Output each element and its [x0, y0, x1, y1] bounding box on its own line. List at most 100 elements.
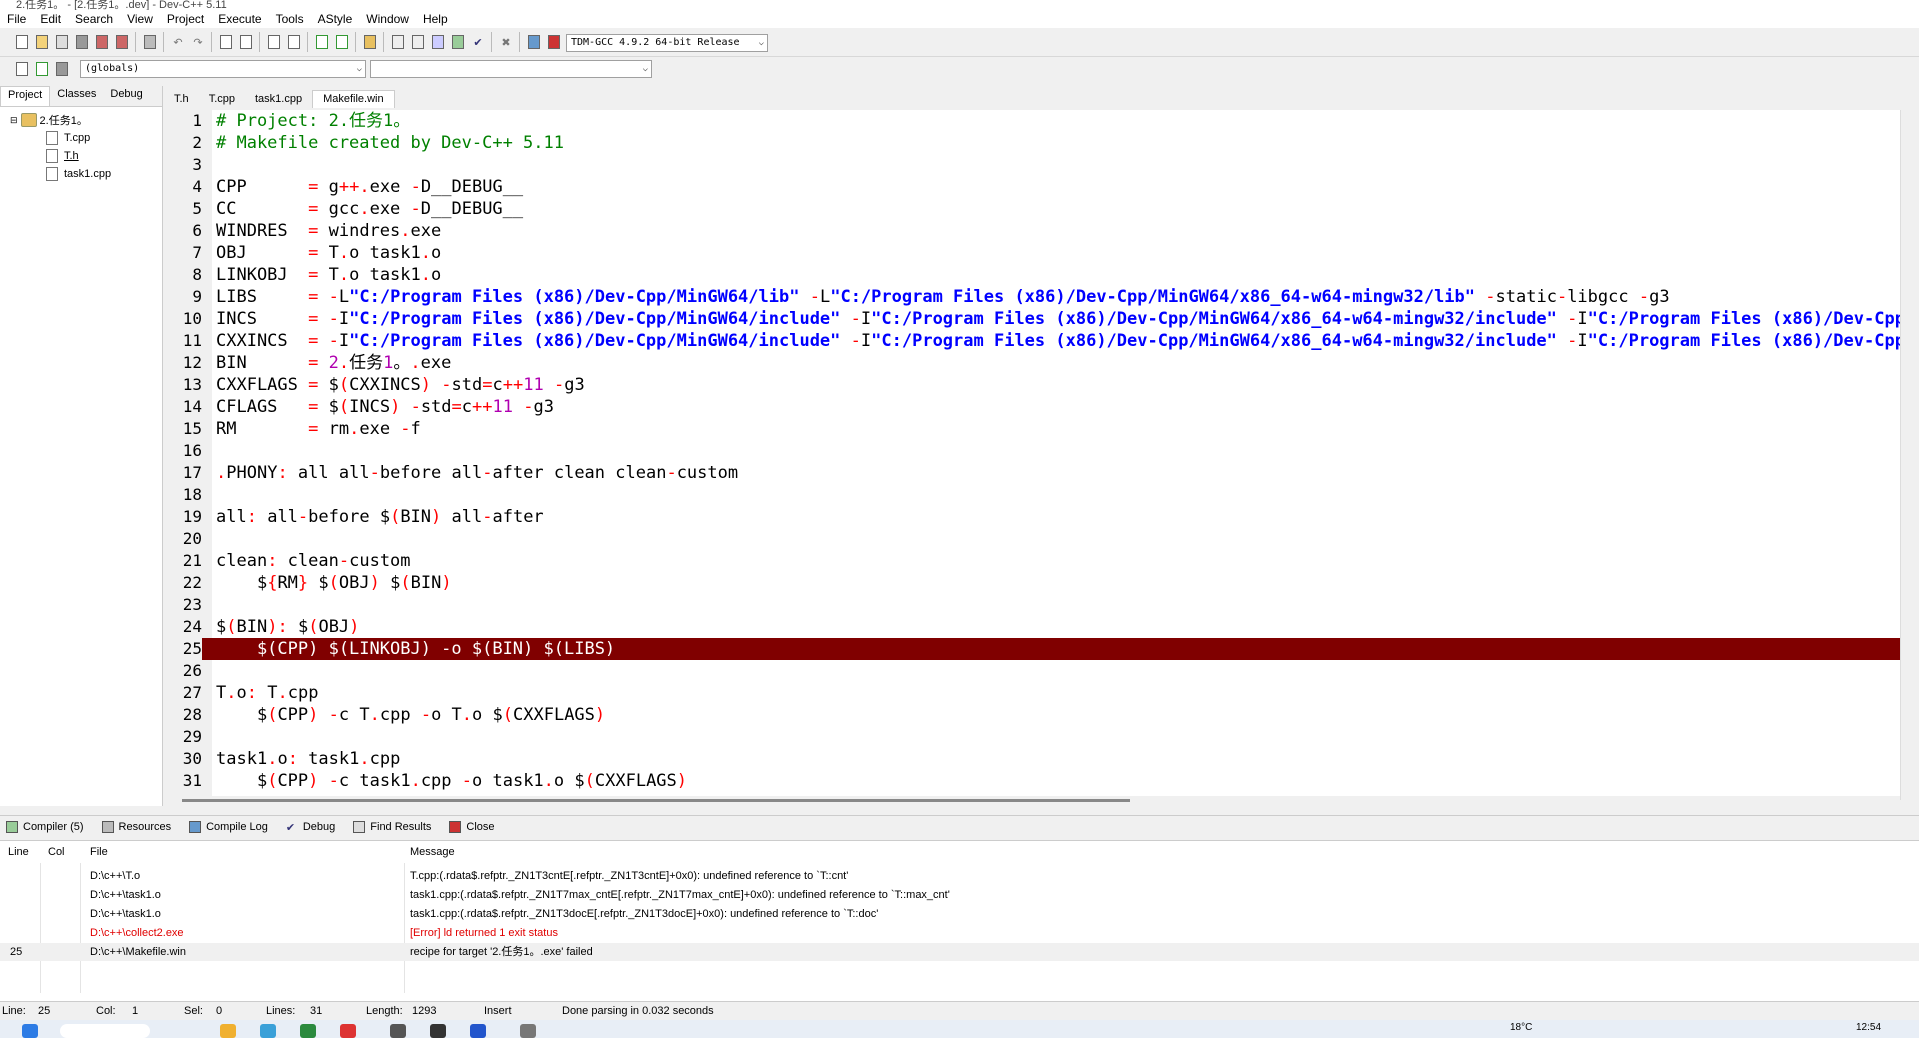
open-file-icon[interactable] — [32, 32, 52, 52]
code-line[interactable]: 22 ${RM} $(OBJ) $(BIN) — [164, 572, 1904, 594]
code-line[interactable]: 24 $(BIN): $(OBJ) — [164, 616, 1904, 638]
menu-file[interactable]: File — [0, 12, 33, 26]
menu-view[interactable]: View — [120, 12, 160, 26]
output-row[interactable]: D:\c++\task1.o task1.cpp:(.rdata$.refptr.… — [0, 905, 1919, 923]
find-icon[interactable] — [216, 32, 236, 52]
code-line[interactable]: 17 .PHONY: all all-before all-after clean… — [164, 462, 1904, 484]
column-header-file[interactable]: File — [90, 841, 108, 863]
code-line[interactable]: 19 all: all-before $(BIN) all-after — [164, 506, 1904, 528]
output-row[interactable]: 25 D:\c++\Makefile.win recipe for target '… — [0, 943, 1919, 961]
tab-find-results[interactable]: Find Results — [347, 821, 443, 833]
output-row[interactable]: D:\c++\task1.o task1.cpp:(.rdata$.refptr.… — [0, 886, 1919, 904]
save-all-icon[interactable] — [72, 32, 92, 52]
tab-makefile-win[interactable]: Makefile.win — [312, 90, 395, 108]
app-icon[interactable] — [470, 1024, 486, 1038]
app-icon[interactable] — [340, 1024, 356, 1038]
tab-debug-output[interactable]: ✔ Debug — [280, 821, 347, 834]
code-line[interactable]: 23 — [164, 594, 1904, 616]
collapse-icon[interactable]: ⊟ — [10, 115, 18, 126]
code-line[interactable]: 7 OBJ = T.o task1.o — [164, 242, 1904, 264]
app-icon[interactable] — [300, 1024, 316, 1038]
app-icon[interactable] — [430, 1024, 446, 1038]
code-line[interactable]: 27 T.o: T.cpp — [164, 682, 1904, 704]
replace-icon[interactable] — [236, 32, 256, 52]
undo-icon[interactable]: ↶ — [168, 32, 188, 52]
output-row[interactable]: D:\c++\T.o T.cpp:(.rdata$.refptr._ZN1T3cn… — [0, 867, 1919, 885]
indent-icon[interactable] — [264, 32, 284, 52]
code-line[interactable]: 1 # Project: 2.任务1。 — [164, 110, 1904, 132]
tab-debug[interactable]: Debug — [103, 86, 149, 106]
tab-project[interactable]: Project — [0, 86, 51, 106]
symbol-select[interactable]: ⌵ — [370, 60, 652, 78]
menu-help[interactable]: Help — [416, 12, 455, 26]
file-explorer-icon[interactable] — [220, 1024, 236, 1038]
profile-icon[interactable] — [524, 32, 544, 52]
debug-icon[interactable] — [544, 32, 564, 52]
code-line[interactable]: 26 — [164, 660, 1904, 682]
menu-execute[interactable]: Execute — [211, 12, 268, 26]
run-icon[interactable] — [408, 32, 428, 52]
goto-declaration-icon[interactable] — [32, 59, 52, 79]
rebuild-icon[interactable] — [448, 32, 468, 52]
code-line[interactable]: 31 $(CPP) -c task1.cpp -o task1.o $(CXXF… — [164, 770, 1904, 792]
column-header-col[interactable]: Col — [48, 841, 65, 863]
code-line[interactable]: 5 CC = gcc.exe -D__DEBUG__ — [164, 198, 1904, 220]
code-line[interactable]: 30 task1.o: task1.cpp — [164, 748, 1904, 770]
redo-icon[interactable]: ↷ — [188, 32, 208, 52]
tab-t-h[interactable]: T.h — [164, 91, 199, 108]
tab-t-cpp[interactable]: T.cpp — [199, 91, 245, 108]
bookmark-icon[interactable] — [52, 59, 72, 79]
editor-vertical-scrollbar[interactable] — [1900, 110, 1919, 800]
code-line[interactable]: 3 — [164, 154, 1904, 176]
tree-file-task1cpp[interactable]: task1.cpp — [10, 165, 162, 183]
save-icon[interactable] — [52, 32, 72, 52]
start-icon[interactable] — [22, 1024, 38, 1038]
code-line[interactable]: 4 CPP = g++.exe -D__DEBUG__ — [164, 176, 1904, 198]
menu-tools[interactable]: Tools — [269, 12, 311, 26]
scope-select[interactable]: (globals) ⌵ — [80, 60, 366, 78]
unindent-icon[interactable] — [284, 32, 304, 52]
tree-file-tcpp[interactable]: T.cpp — [10, 129, 162, 147]
new-file-icon[interactable] — [12, 32, 32, 52]
code-line[interactable]: 2 # Makefile created by Dev-C++ 5.11 — [164, 132, 1904, 154]
print-icon[interactable] — [140, 32, 160, 52]
tab-compiler[interactable]: Compiler (5) — [0, 821, 96, 833]
tab-classes[interactable]: Classes — [50, 86, 103, 106]
code-line[interactable]: 12 BIN = 2.任务1。.exe — [164, 352, 1904, 374]
insert-icon[interactable] — [12, 59, 32, 79]
code-line[interactable]: 29 — [164, 726, 1904, 748]
code-line[interactable]: 6 WINDRES = windres.exe — [164, 220, 1904, 242]
code-line[interactable]: 11 CXXINCS = -I"C:/Program Files (x86)/De… — [164, 330, 1904, 352]
tab-close[interactable]: Close — [443, 821, 506, 833]
code-line[interactable]: 13 CXXFLAGS = $(CXXINCS) -std=c++11 -g3 — [164, 374, 1904, 396]
menu-edit[interactable]: Edit — [33, 12, 68, 26]
code-line[interactable]: 16 — [164, 440, 1904, 462]
menu-search[interactable]: Search — [68, 12, 120, 26]
editor-horizontal-scrollbar[interactable] — [164, 796, 1900, 806]
remove-from-project-icon[interactable] — [332, 32, 352, 52]
compiler-select[interactable]: TDM-GCC 4.9.2 64-bit Release ⌵ — [566, 34, 768, 52]
tree-file-th[interactable]: T.h — [10, 147, 162, 165]
code-line[interactable]: 14 CFLAGS = $(INCS) -std=c++11 -g3 — [164, 396, 1904, 418]
menu-project[interactable]: Project — [160, 12, 211, 26]
code-line[interactable]: 25 $(CPP) $(LINKOBJ) -o $(BIN) $(LIBS) — [164, 638, 1904, 660]
code-line[interactable]: 21 clean: clean-custom — [164, 550, 1904, 572]
code-line[interactable]: 9 LIBS = -L"C:/Program Files (x86)/Dev-Cp… — [164, 286, 1904, 308]
column-header-message[interactable]: Message — [410, 841, 455, 863]
code-line[interactable]: 15 RM = rm.exe -f — [164, 418, 1904, 440]
code-line[interactable]: 28 $(CPP) -c T.cpp -o T.o $(CXXFLAGS) — [164, 704, 1904, 726]
menu-astyle[interactable]: AStyle — [311, 12, 360, 26]
compile-icon[interactable] — [388, 32, 408, 52]
project-options-icon[interactable] — [360, 32, 380, 52]
add-to-project-icon[interactable] — [312, 32, 332, 52]
code-line[interactable]: 10 INCS = -I"C:/Program Files (x86)/Dev-C… — [164, 308, 1904, 330]
code-editor[interactable]: 1 # Project: 2.任务1。 2 # Makefile created by… — [164, 110, 1904, 800]
compile-run-icon[interactable] — [428, 32, 448, 52]
code-line[interactable]: 18 — [164, 484, 1904, 506]
project-node[interactable]: ⊟ 2.任务1。 — [10, 111, 162, 129]
close-file-icon[interactable] — [92, 32, 112, 52]
devcpp-icon[interactable] — [520, 1024, 536, 1038]
tab-task1-cpp[interactable]: task1.cpp — [245, 91, 312, 108]
search-box[interactable] — [60, 1024, 150, 1038]
column-header-line[interactable]: Line — [8, 841, 29, 863]
